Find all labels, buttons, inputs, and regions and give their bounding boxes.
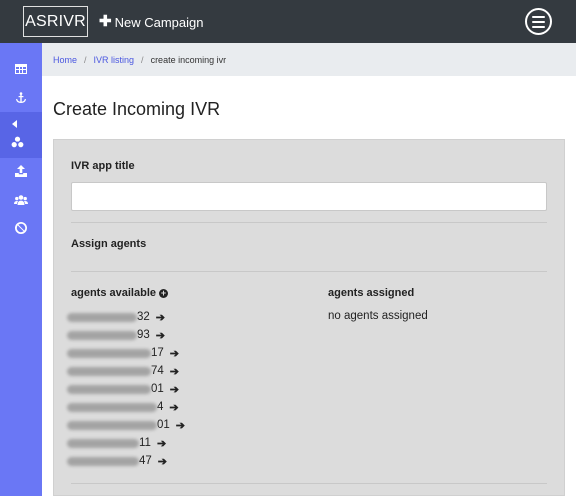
agent-number-suffix: 4 [157, 401, 164, 413]
plus-icon: ✚ [99, 13, 112, 30]
redacted-agent-name [67, 402, 157, 412]
redacted-agent-name [67, 420, 157, 430]
sidebar [0, 43, 42, 496]
agent-available-item[interactable]: 74 ➔ [67, 362, 179, 380]
users-icon [14, 195, 28, 205]
agent-number-suffix: 93 [137, 329, 150, 341]
agents-available-heading: agents available + [71, 287, 168, 299]
agent-available-item[interactable]: 11 ➔ [67, 434, 166, 452]
agent-available-item[interactable]: 93 ➔ [67, 326, 165, 344]
redacted-agent-name [67, 312, 137, 322]
arrow-right-icon[interactable]: ➔ [170, 365, 179, 378]
biohazard-icon [11, 136, 24, 148]
ivr-title-label: IVR app title [71, 160, 135, 172]
ivr-title-input[interactable] [71, 182, 547, 211]
redacted-agent-name [67, 366, 151, 376]
page-title: Create Incoming IVR [53, 99, 221, 119]
arrow-right-icon[interactable]: ➔ [156, 329, 165, 342]
redacted-agent-name [67, 456, 139, 466]
sidebar-item-table[interactable] [0, 56, 42, 82]
agent-available-item[interactable]: 01 ➔ [67, 380, 179, 398]
breadcrumb-ivr-listing-link[interactable]: IVR listing [94, 55, 135, 65]
breadcrumb-separator: / [84, 54, 87, 65]
no-agents-assigned-text: no agents assigned [328, 310, 428, 322]
agent-available-item[interactable]: 4 ➔ [67, 398, 179, 416]
arrow-right-icon[interactable]: ➔ [157, 437, 166, 450]
arrow-right-icon[interactable]: ➔ [176, 419, 185, 432]
arrow-right-icon[interactable]: ➔ [169, 401, 178, 414]
divider [71, 483, 547, 484]
agent-number-suffix: 01 [157, 419, 170, 431]
ivr-form-card: IVR app title Assign agents agents avail… [53, 139, 565, 496]
redacted-agent-name [67, 384, 151, 394]
divider [71, 271, 547, 272]
agent-available-item[interactable]: 32 ➔ [67, 308, 165, 326]
anchor-icon [16, 92, 26, 103]
sidebar-item-upload[interactable] [0, 158, 42, 184]
sidebar-item-blocked[interactable] [0, 215, 42, 241]
agent-number-suffix: 32 [137, 311, 150, 323]
agents-available-label: agents available [71, 287, 156, 299]
assign-agents-label: Assign agents [71, 238, 147, 250]
add-agent-plus-icon[interactable]: + [159, 288, 168, 298]
breadcrumb-current: create incoming ivr [150, 54, 227, 65]
sidebar-item-anchor[interactable] [0, 85, 42, 111]
agent-available-item[interactable]: 47 ➔ [67, 452, 167, 470]
arrow-right-icon[interactable]: ➔ [170, 383, 179, 396]
table-icon [15, 64, 27, 74]
agent-number-suffix: 11 [139, 437, 151, 449]
arrow-right-icon[interactable]: ➔ [158, 455, 167, 468]
sidebar-item-ivr[interactable] [0, 112, 42, 158]
arrow-right-icon[interactable]: ➔ [156, 311, 165, 324]
agent-available-item[interactable]: 17 ➔ [67, 344, 179, 362]
breadcrumb-separator: / [141, 54, 144, 65]
redacted-agent-name [67, 330, 137, 340]
divider [71, 222, 547, 223]
redacted-agent-name [67, 438, 139, 448]
new-campaign-button[interactable]: ✚ New Campaign [99, 13, 203, 31]
sidebar-item-users[interactable] [0, 187, 42, 213]
agent-number-suffix: 74 [151, 365, 164, 377]
agent-number-suffix: 47 [139, 455, 152, 467]
agent-number-suffix: 01 [151, 383, 164, 395]
arrow-right-icon[interactable]: ➔ [170, 347, 179, 360]
hamburger-menu-icon[interactable] [525, 8, 552, 35]
breadcrumb-home-link[interactable]: Home [53, 55, 77, 65]
new-campaign-label: New Campaign [114, 14, 204, 30]
redacted-agent-name [67, 348, 151, 358]
top-navbar: ASRIVR ✚ New Campaign [0, 0, 576, 43]
upload-icon [15, 165, 27, 177]
agents-assigned-label: agents assigned [328, 287, 415, 299]
breadcrumb: Home / IVR listing / create incoming ivr [42, 43, 576, 76]
ban-icon [15, 222, 27, 234]
caret-left-icon [12, 120, 17, 128]
brand-logo[interactable]: ASRIVR [23, 6, 88, 37]
agent-available-item[interactable]: 01 ➔ [67, 416, 185, 434]
agent-number-suffix: 17 [151, 347, 164, 359]
